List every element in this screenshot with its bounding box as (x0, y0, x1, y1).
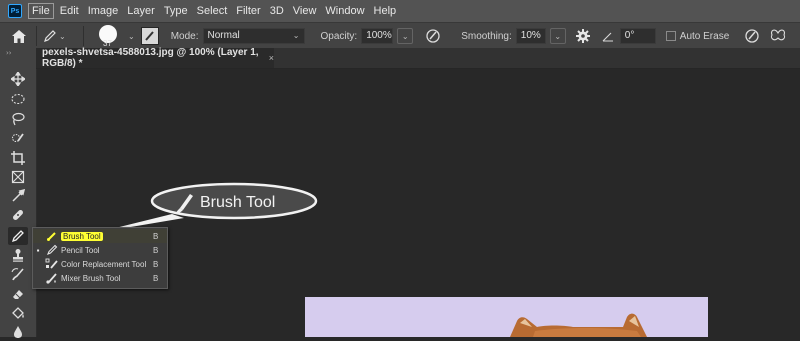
flyout-item-shortcut: B (153, 273, 159, 283)
flyout-item-brush-tool[interactable]: Brush Tool B (33, 229, 167, 243)
flyout-item-pencil-tool[interactable]: ▪ Pencil Tool B (33, 243, 167, 257)
flyout-item-label: Brush Tool (61, 231, 103, 241)
flyout-item-color-replacement-tool[interactable]: Color Replacement Tool B (33, 257, 167, 271)
pencil-icon (43, 244, 61, 256)
brush-tool-flyout-menu: Brush Tool B ▪ Pencil Tool B Color Repla… (32, 227, 168, 289)
flyout-item-label: Pencil Tool (61, 245, 100, 255)
color-replacement-icon (43, 258, 61, 270)
mixer-brush-icon (43, 272, 61, 284)
flyout-item-shortcut: B (153, 259, 159, 269)
flyout-item-mixer-brush-tool[interactable]: Mixer Brush Tool B (33, 271, 167, 285)
flyout-item-label: Color Replacement Tool (61, 259, 147, 269)
flyout-item-label: Mixer Brush Tool (61, 273, 121, 283)
flyout-item-shortcut: B (153, 231, 159, 241)
flyout-item-shortcut: B (153, 245, 159, 255)
selected-marker: ▪ (36, 245, 40, 255)
brush-icon (43, 230, 61, 242)
